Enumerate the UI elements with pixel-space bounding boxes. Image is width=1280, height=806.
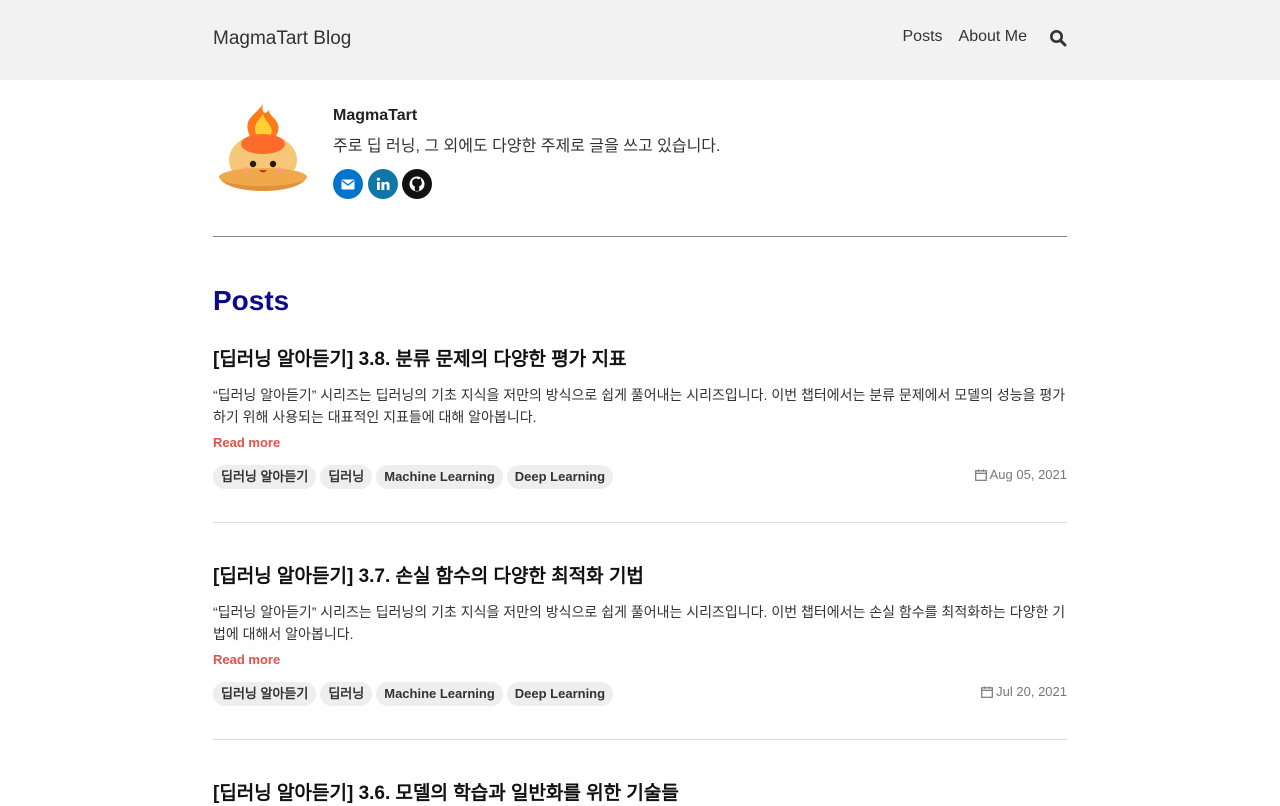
post-divider xyxy=(213,739,1067,740)
github-icon[interactable] xyxy=(402,169,432,199)
post-date-text: Aug 05, 2021 xyxy=(989,467,1067,482)
read-more-link[interactable]: Read more xyxy=(213,435,280,450)
social-links xyxy=(333,169,437,199)
calendar-icon xyxy=(974,469,987,481)
post-item: [딥러닝 알아듣기] 3.7. 손실 함수의 다양한 최적화 기법 “딥러닝 알… xyxy=(213,565,1067,740)
post-excerpt: “딥러닝 알아듣기” 시리즈는 딥러닝의 기초 지식을 저만의 방식으로 쉽게 … xyxy=(213,604,1066,642)
read-more-link[interactable]: Read more xyxy=(213,652,280,667)
tag[interactable]: 딥러닝 알아듣기 xyxy=(213,465,317,489)
tag-list: 딥러닝 알아듣기 딥러닝 Machine Learning Deep Learn… xyxy=(213,465,1067,489)
post-title[interactable]: [딥러닝 알아듣기] 3.8. 분류 문제의 다양한 평가 지표 xyxy=(213,348,1067,372)
tag[interactable]: 딥러닝 xyxy=(320,465,373,489)
search-icon[interactable] xyxy=(1049,29,1067,47)
navbar: MagmaTart Blog Posts About Me xyxy=(0,0,1280,80)
tag[interactable]: 딥러닝 xyxy=(320,682,373,706)
nav-link-posts[interactable]: Posts xyxy=(903,28,943,46)
post-meta: 딥러닝 알아듣기 딥러닝 Machine Learning Deep Learn… xyxy=(213,465,1067,489)
tag-list: 딥러닝 알아듣기 딥러닝 Machine Learning Deep Learn… xyxy=(213,682,1067,706)
posts-heading: Posts xyxy=(213,285,290,316)
avatar xyxy=(213,100,313,200)
author-profile: MagmaTart 주로 딥 러닝, 그 외에도 다양한 주제로 글을 쓰고 있… xyxy=(213,100,1067,200)
calendar-icon xyxy=(981,686,994,698)
tag[interactable]: Deep Learning xyxy=(506,465,614,489)
post-meta: 딥러닝 알아듣기 딥러닝 Machine Learning Deep Learn… xyxy=(213,682,1067,706)
mail-icon[interactable] xyxy=(333,169,363,199)
post-date-text: Jul 20, 2021 xyxy=(996,684,1067,699)
author-bio: 주로 딥 러닝, 그 외에도 다양한 주제로 글을 쓰고 있습니다. xyxy=(333,138,721,155)
tag[interactable]: 딥러닝 알아듣기 xyxy=(213,682,317,706)
post-title[interactable]: [딥러닝 알아듣기] 3.7. 손실 함수의 다양한 최적화 기법 xyxy=(213,565,1067,589)
tag[interactable]: Machine Learning xyxy=(376,465,503,489)
post-date: Aug 05, 2021 xyxy=(974,467,1067,482)
post-item: [딥러닝 알아듣기] 3.8. 분류 문제의 다양한 평가 지표 “딥러닝 알아… xyxy=(213,348,1067,523)
post-date: Jul 20, 2021 xyxy=(981,684,1067,699)
nav-links: Posts About Me xyxy=(887,28,1068,47)
profile-divider xyxy=(213,236,1067,237)
tag[interactable]: Deep Learning xyxy=(506,682,614,706)
post-item: [딥러닝 알아듣기] 3.6. 모델의 학습과 일반화를 위한 기술들 xyxy=(213,782,1067,806)
author-name: MagmaTart xyxy=(333,107,418,124)
tag[interactable]: Machine Learning xyxy=(376,682,503,706)
post-title[interactable]: [딥러닝 알아듣기] 3.6. 모델의 학습과 일반화를 위한 기술들 xyxy=(213,782,1067,806)
linkedin-icon[interactable] xyxy=(367,169,398,199)
post-excerpt: “딥러닝 알아듣기” 시리즈는 딥러닝의 기초 지식을 저만의 방식으로 쉽게 … xyxy=(213,387,1066,425)
blog-brand-link[interactable]: MagmaTart Blog xyxy=(213,28,351,50)
nav-link-about-me[interactable]: About Me xyxy=(959,28,1027,46)
post-divider xyxy=(213,522,1067,523)
